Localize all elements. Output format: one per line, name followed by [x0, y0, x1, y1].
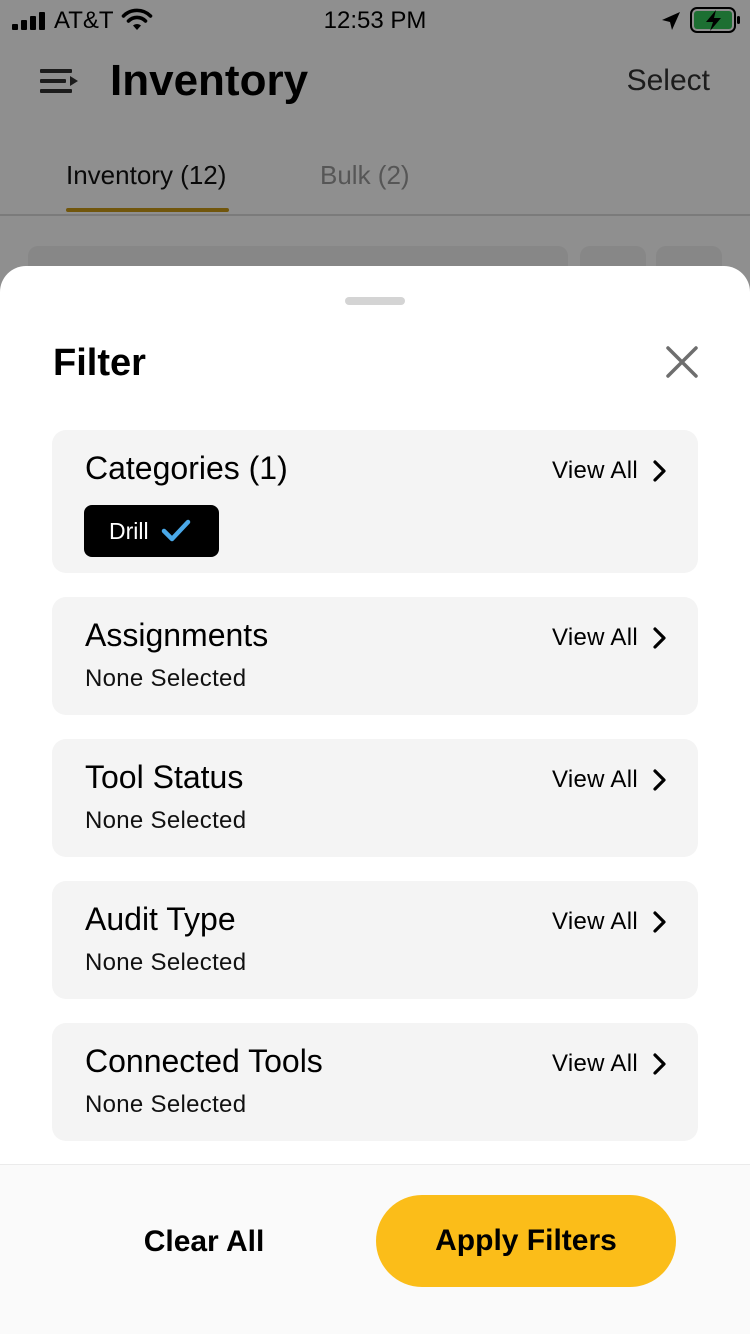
view-all-label: View All — [551, 624, 638, 651]
chevron-right-icon — [653, 769, 666, 791]
close-icon[interactable] — [660, 340, 704, 384]
view-all-label: View All — [551, 1050, 638, 1077]
section-title: Audit Type — [85, 901, 236, 937]
view-all-audit-type[interactable]: View All — [552, 907, 668, 937]
section-selection-summary: None Selected — [85, 807, 247, 834]
chip-label: Drill — [109, 517, 149, 544]
section-title: Categories (1) — [85, 450, 288, 486]
view-all-tool-status[interactable]: View All — [552, 765, 668, 795]
sheet-title: Filter — [53, 342, 146, 384]
chevron-right-icon — [653, 627, 666, 649]
filter-section-audit-type[interactable]: Audit Type None Selected View All — [52, 881, 698, 999]
selected-category-chip[interactable]: Drill — [84, 505, 219, 557]
filter-bottom-sheet: Filter Categories (1) View All Drill Ass… — [0, 266, 750, 1334]
filter-section-assignments[interactable]: Assignments None Selected View All — [52, 597, 698, 715]
section-title: Assignments — [85, 617, 269, 653]
view-all-label: View All — [551, 457, 638, 484]
checkmark-icon — [161, 519, 190, 542]
section-selection-summary: None Selected — [85, 665, 247, 692]
sheet-grabber[interactable] — [345, 297, 405, 305]
clear-all-button[interactable]: Clear All — [0, 1225, 408, 1259]
chevron-right-icon — [653, 460, 666, 482]
view-all-categories[interactable]: View All — [552, 456, 668, 486]
filter-section-categories[interactable]: Categories (1) View All Drill — [52, 430, 698, 573]
filter-section-tool-status[interactable]: Tool Status None Selected View All — [52, 739, 698, 857]
section-title: Connected Tools — [85, 1043, 323, 1079]
filter-section-connected-tools[interactable]: Connected Tools None Selected View All — [52, 1023, 698, 1141]
section-selection-summary: None Selected — [85, 1091, 247, 1118]
section-selection-summary: None Selected — [85, 949, 247, 976]
view-all-connected-tools[interactable]: View All — [552, 1049, 668, 1079]
sheet-footer: Clear All Apply Filters — [0, 1164, 750, 1334]
chevron-right-icon — [653, 911, 666, 933]
section-title: Tool Status — [85, 759, 244, 795]
apply-filters-button[interactable]: Apply Filters — [376, 1195, 676, 1287]
chevron-right-icon — [653, 1053, 666, 1075]
view-all-label: View All — [551, 766, 638, 793]
view-all-assignments[interactable]: View All — [552, 623, 668, 653]
view-all-label: View All — [551, 908, 638, 935]
